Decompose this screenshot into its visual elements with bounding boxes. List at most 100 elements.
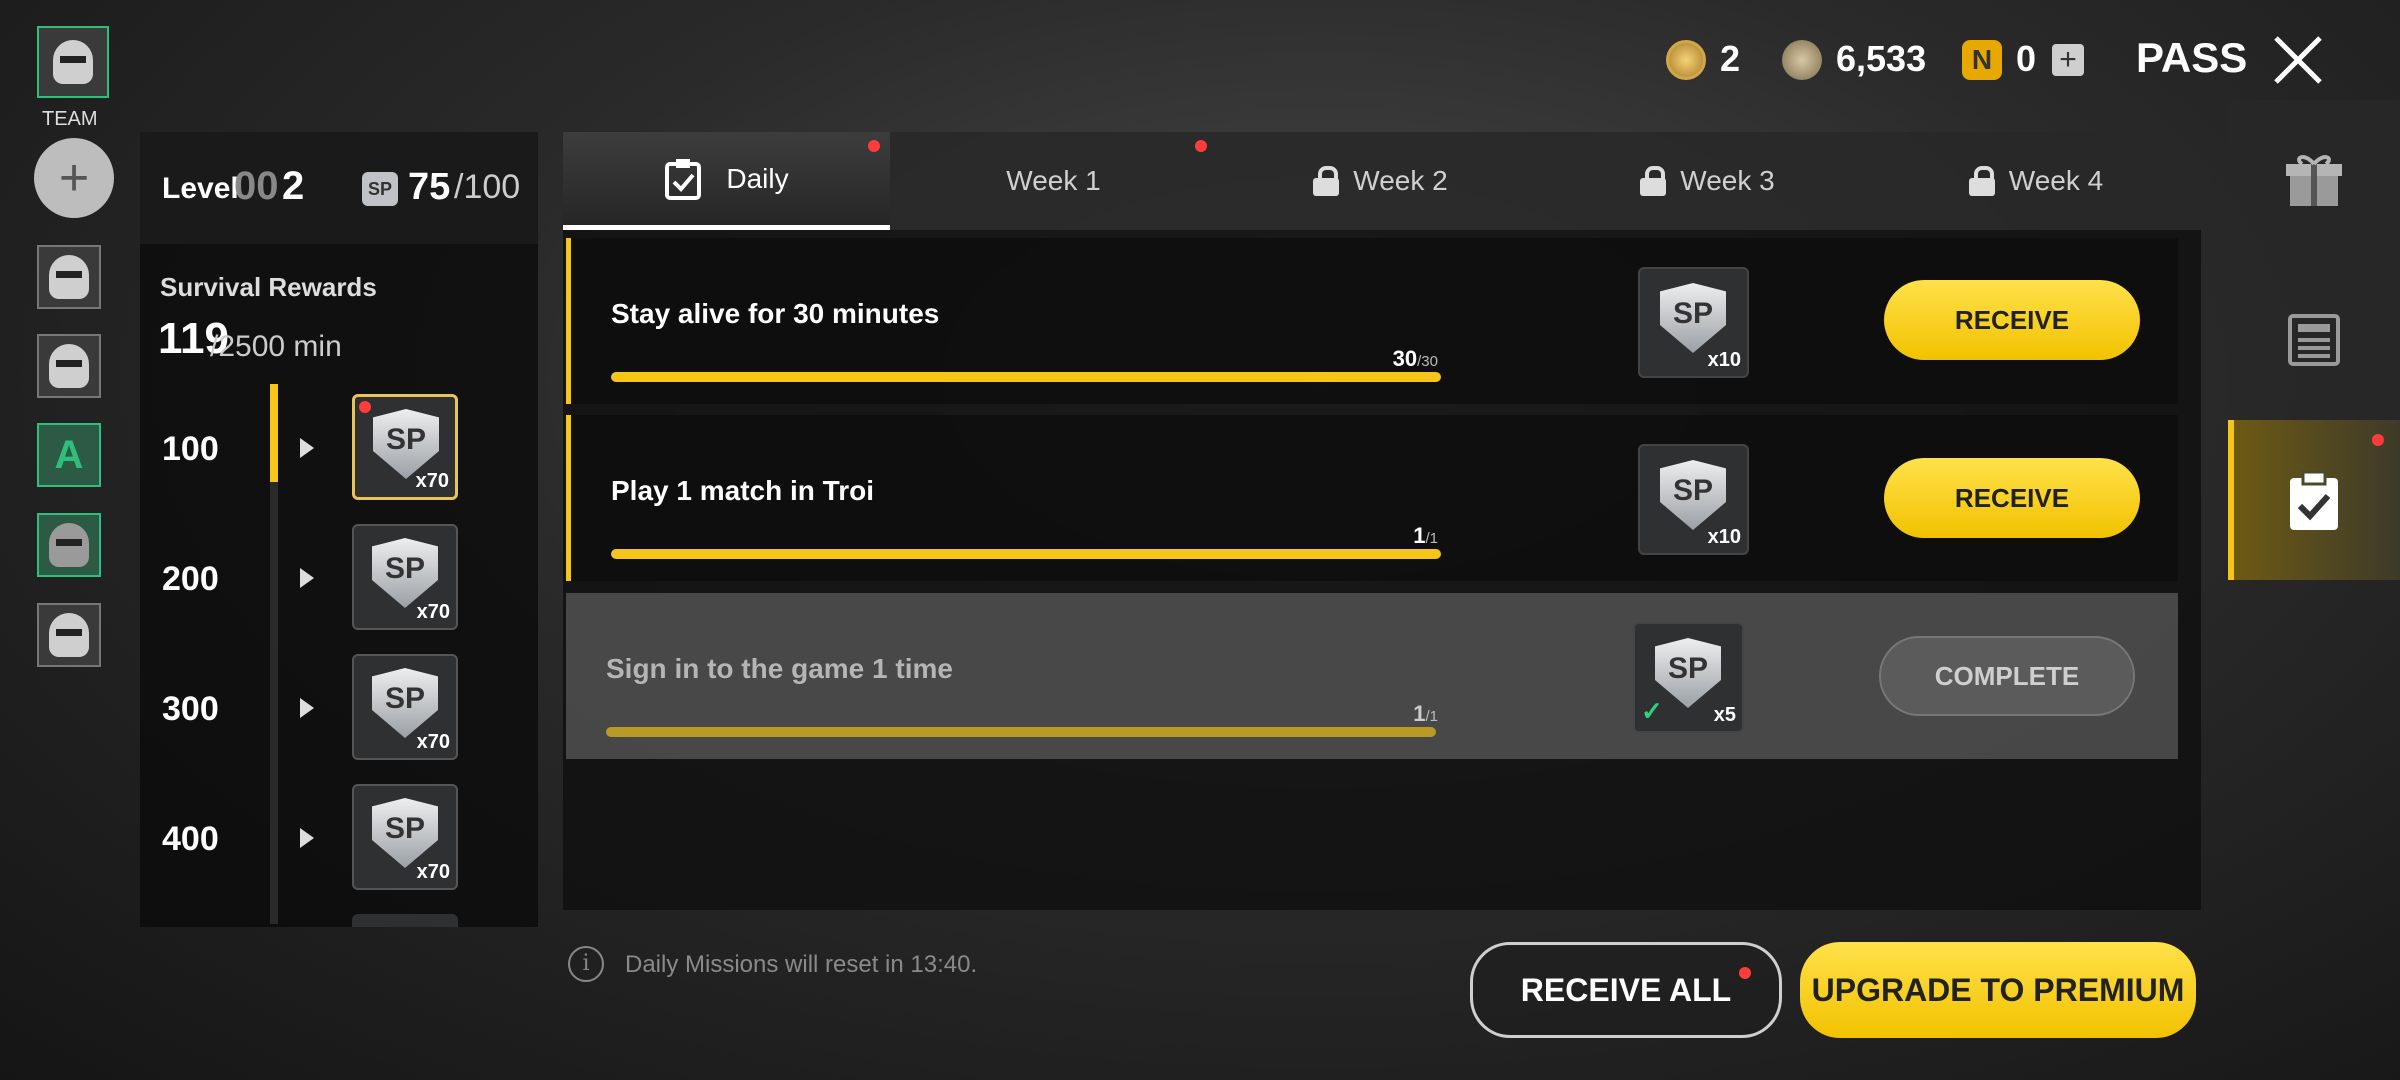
clipboard-check-icon (665, 158, 702, 200)
progress-bar (611, 372, 1441, 382)
level-reward-card[interactable]: SP x70 (352, 524, 458, 630)
tab-bar: Daily Week 1 Week 2 Week 3 Week 4 (563, 132, 2201, 230)
notification-dot (2372, 434, 2384, 446)
helmet-icon (49, 255, 89, 299)
reward-count: x70 (415, 470, 449, 492)
notification-dot (359, 401, 371, 413)
reward-count: x70 (416, 601, 450, 623)
tab-label: Daily (726, 162, 789, 194)
helmet-icon (49, 344, 89, 388)
missions-nav-button[interactable] (2228, 420, 2400, 580)
mission-row: Sign in to the game 1 time 1/1 SP ✓ x5 C… (566, 593, 2178, 759)
sp-shield-icon: SP (372, 538, 438, 608)
add-currency-button[interactable]: + (2052, 44, 2084, 76)
helmet-icon (49, 523, 89, 567)
level-dim-digits: 00 (234, 164, 279, 208)
emblem-icon (1666, 40, 1706, 80)
mission-progress: 1/1 (1413, 701, 1438, 726)
lock-icon (1640, 166, 1667, 196)
survival-title: Survival Rewards (160, 272, 377, 302)
tab-daily[interactable]: Daily (563, 132, 890, 230)
gift-icon (2286, 155, 2342, 206)
tab-label: Week 3 (1680, 165, 1775, 196)
tab-week-4[interactable]: Week 4 (1871, 132, 2201, 230)
sp-shield-icon: SP (1655, 638, 1721, 708)
reward-count: x10 (1707, 349, 1741, 371)
n-count: 0 (2016, 38, 2037, 79)
receive-button[interactable]: RECEIVE (1884, 280, 2140, 360)
play-arrow-icon (300, 828, 314, 848)
team-member-avatar[interactable] (37, 334, 101, 398)
sp-badge-icon: SP (362, 172, 398, 206)
play-arrow-icon (300, 698, 314, 718)
newspaper-icon (2288, 314, 2340, 366)
play-arrow-icon (300, 438, 314, 458)
reward-count: x70 (416, 861, 450, 883)
receive-all-button[interactable]: RECEIVE ALL (1470, 942, 1782, 1038)
level-track-fill (270, 384, 278, 482)
progress-bar (611, 549, 1441, 559)
level-row-number: 300 (162, 690, 219, 728)
receive-button[interactable]: RECEIVE (1884, 458, 2140, 538)
mission-reward[interactable]: SP x10 (1638, 267, 1749, 378)
sp-shield-icon: SP (372, 668, 438, 738)
tab-week-3[interactable]: Week 3 (1544, 132, 1871, 230)
mission-row: Play 1 match in Troi 1/1 SP x10 RECEIVE (566, 415, 2178, 581)
tab-week-2[interactable]: Week 2 (1217, 132, 1544, 230)
bp-count: 6,533 (1836, 38, 1927, 79)
survival-total: /2500 min (210, 330, 342, 363)
team-member-avatar[interactable] (37, 245, 101, 309)
mission-reward[interactable]: SP x10 (1638, 444, 1749, 555)
emblem-count: 2 (1720, 38, 1741, 79)
pass-label[interactable]: PASS (2136, 34, 2247, 82)
helmet-icon (49, 613, 89, 657)
close-icon (2274, 36, 2322, 84)
team-member-avatar[interactable] (37, 513, 101, 577)
sp-shield-icon: SP (1660, 460, 1726, 530)
play-arrow-icon (300, 568, 314, 588)
info-icon: i (568, 946, 604, 982)
tab-label: Week 2 (1353, 165, 1448, 196)
sp-shield-icon: SP (372, 798, 438, 868)
notification-dot (868, 140, 880, 152)
level-row-number: 400 (162, 820, 219, 858)
team-member-avatar[interactable] (37, 603, 101, 667)
sp-shield-icon: SP (373, 409, 439, 479)
team-member-avatar[interactable]: A (37, 423, 101, 487)
mission-progress: 1/1 (1413, 523, 1438, 548)
reward-count: x5 (1713, 704, 1736, 726)
level-reward-card-partial (352, 914, 458, 927)
complete-button[interactable]: COMPLETE (1879, 636, 2135, 716)
mission-title: Stay alive for 30 minutes (611, 298, 940, 329)
team-label: TEAM (42, 108, 98, 130)
close-button[interactable] (2272, 34, 2324, 86)
reward-count: x10 (1707, 526, 1741, 548)
tab-week-1[interactable]: Week 1 (890, 132, 1217, 230)
sp-total: /100 (454, 168, 521, 206)
sp-current: 75 (408, 166, 451, 208)
mission-row: Stay alive for 30 minutes 30/30 SP x10 R… (566, 238, 2178, 404)
level-row-number: 200 (162, 560, 219, 598)
reset-text: Daily Missions will reset in 13:40. (625, 951, 978, 978)
notification-dot (1739, 967, 1751, 979)
level-reward-card[interactable]: SP x70 (352, 784, 458, 890)
plus-icon: + (58, 149, 90, 207)
gift-nav-button[interactable] (2228, 120, 2400, 240)
upgrade-premium-button[interactable]: UPGRADE TO PREMIUM (1800, 942, 2196, 1038)
level-reward-card[interactable]: SP x70 (352, 654, 458, 760)
clipboard-check-icon (2290, 470, 2338, 530)
level-label: Level (162, 172, 239, 205)
level-reward-card[interactable]: SP x70 (352, 394, 458, 500)
sp-shield-icon: SP (1660, 283, 1726, 353)
notification-dot (1195, 140, 1207, 152)
level-row-number: 100 (162, 430, 219, 468)
news-nav-button[interactable] (2228, 280, 2400, 400)
mission-progress: 30/30 (1392, 346, 1438, 371)
progress-bar (606, 727, 1436, 737)
n-coin-icon: N (1962, 40, 2002, 80)
team-leader-avatar[interactable] (37, 26, 109, 98)
a-logo-icon: A (54, 432, 84, 477)
mission-reward[interactable]: SP ✓ x5 (1633, 622, 1744, 733)
tab-label: Week 4 (2008, 165, 2104, 196)
add-member-button[interactable]: + (34, 138, 114, 218)
